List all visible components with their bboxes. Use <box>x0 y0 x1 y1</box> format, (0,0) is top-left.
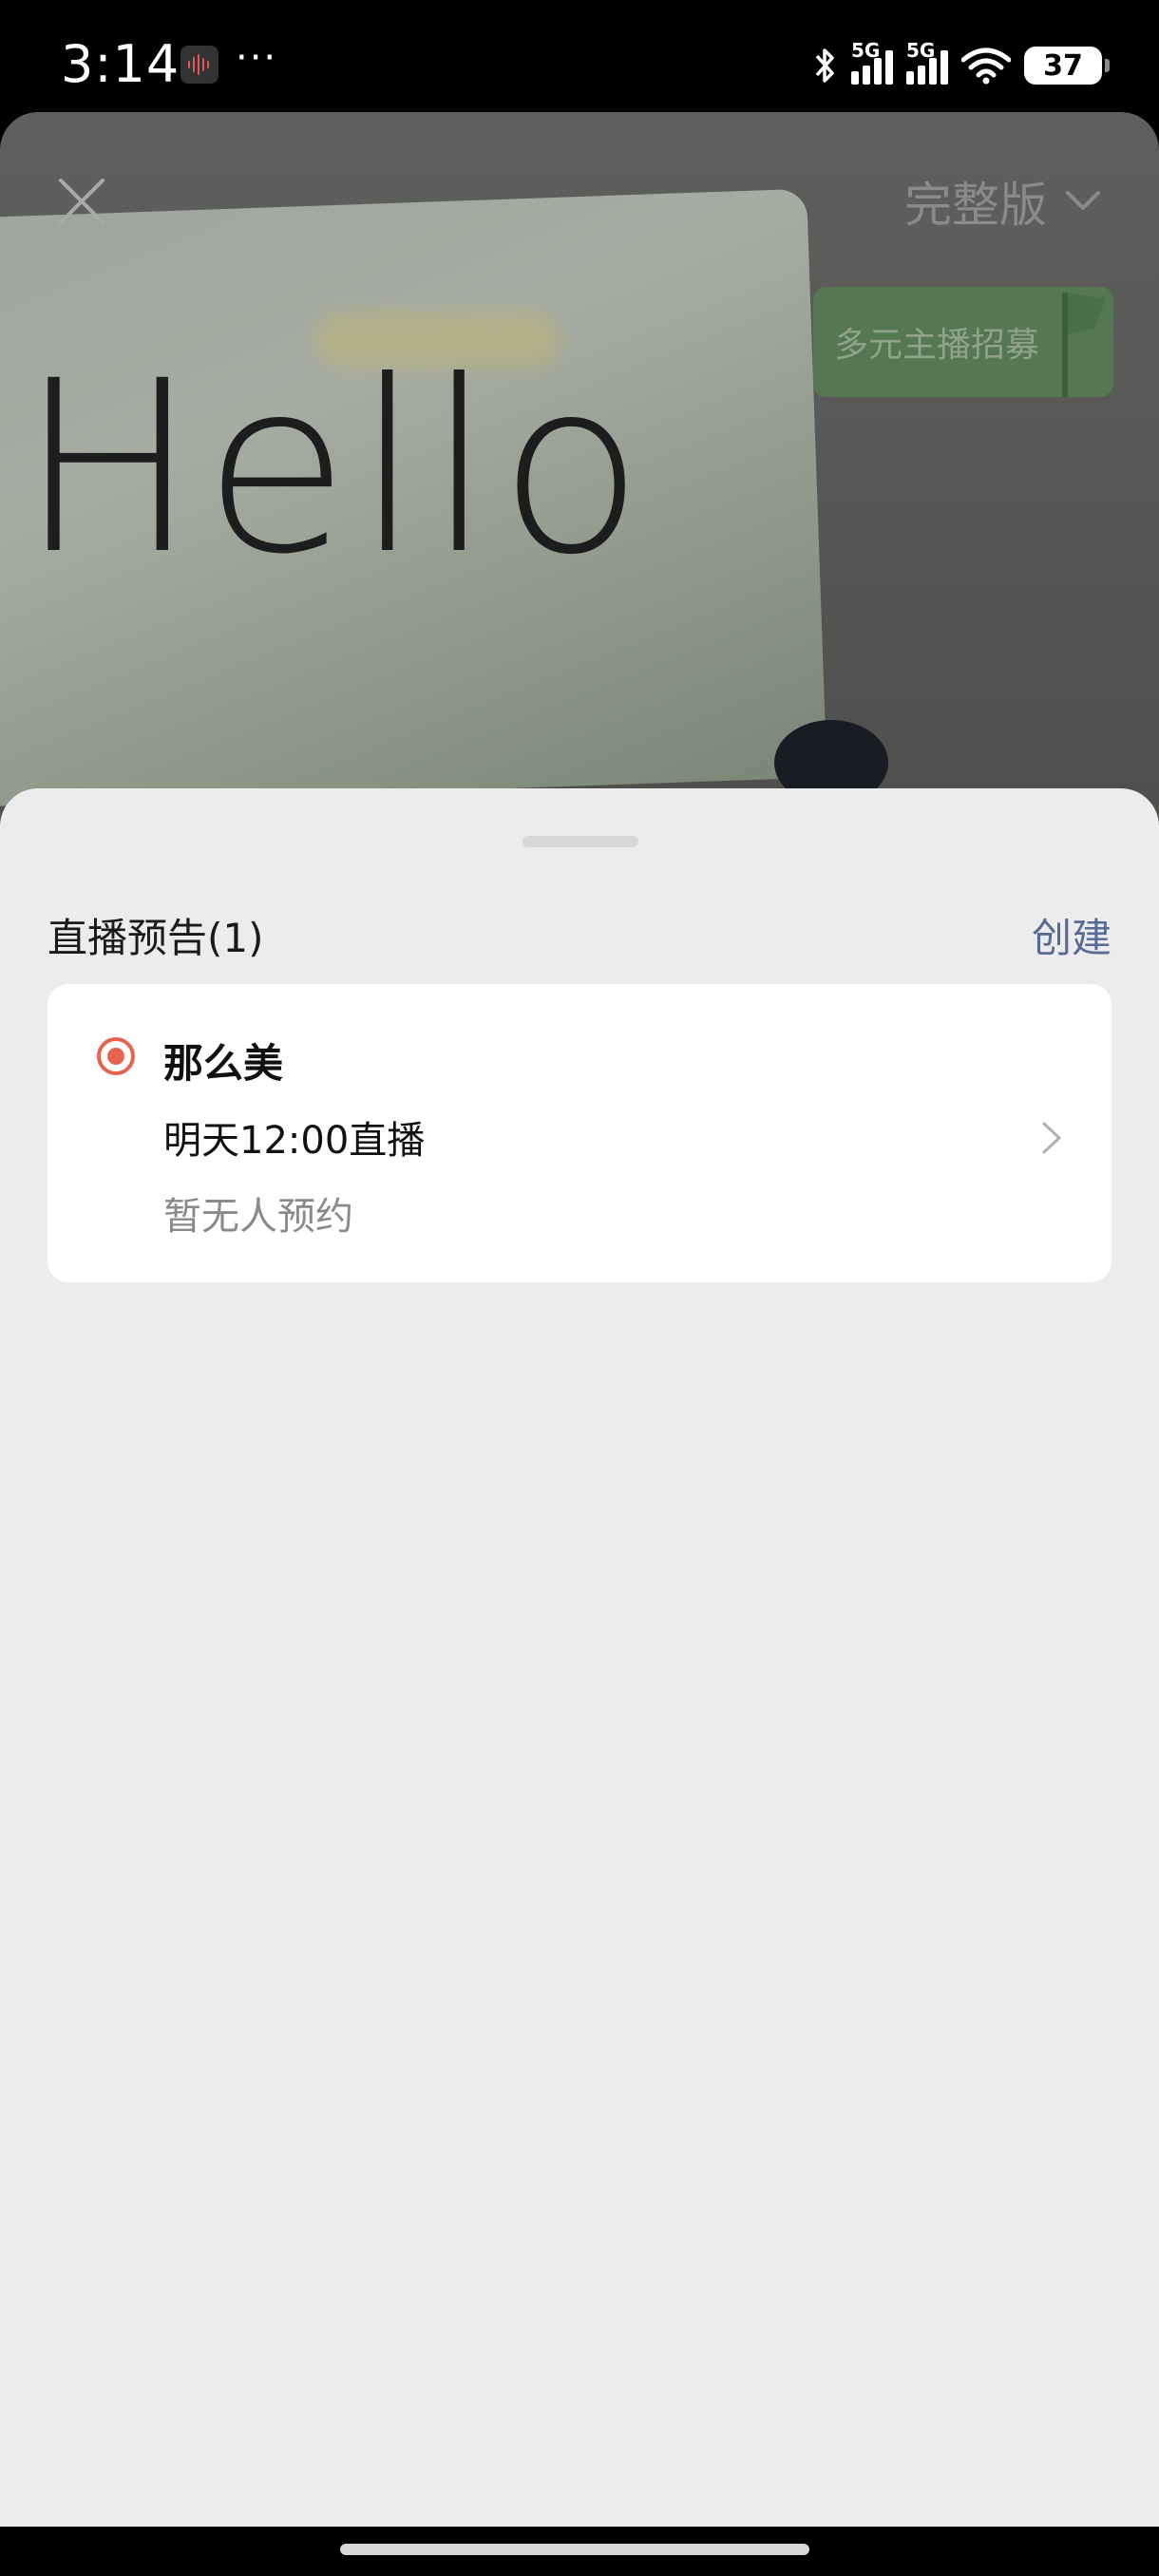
more-notifications-icon: ··· <box>236 36 278 80</box>
live-status-icon <box>97 1037 135 1075</box>
chevron-down-icon <box>1066 191 1100 210</box>
status-time: 3:14 <box>61 34 180 94</box>
signal-label-sim2: 5G <box>906 39 936 62</box>
recruit-banner-label: 多元主播招募 <box>834 326 1040 365</box>
handwritten-hello: Hello <box>19 330 650 606</box>
status-bar: 3:14 ··· 5G 5G 37 <box>0 0 1159 114</box>
preview-reservations: 暂无人预约 <box>163 1195 353 1239</box>
preview-time: 明天12:00直播 <box>163 1119 426 1163</box>
signal-icon-sim1: 5G <box>851 39 893 85</box>
close-button[interactable] <box>53 173 110 230</box>
live-video-preview: Hello 完整版 多元主播招募 <box>0 112 1159 834</box>
live-preview-card[interactable]: 那么美 明天12:00直播 暂无人预约 <box>48 984 1112 1282</box>
gesture-nav-bar <box>0 2527 1159 2576</box>
drag-handle[interactable] <box>522 836 638 847</box>
bluetooth-icon <box>815 48 834 83</box>
preview-name: 那么美 <box>163 1040 284 1087</box>
version-dropdown[interactable]: 完整版 <box>904 167 1102 236</box>
chevron-right-icon <box>1042 1122 1061 1154</box>
version-label: 完整版 <box>904 178 1047 233</box>
recruit-banner[interactable]: 多元主播招募 <box>813 287 1113 397</box>
status-icons: 5G 5G 37 <box>813 39 1110 89</box>
audio-app-icon <box>180 46 218 84</box>
signal-label-sim1: 5G <box>851 39 881 62</box>
close-icon <box>59 179 104 224</box>
live-preview-sheet: 直播预告(1) 创建 那么美 明天12:00直播 暂无人预约 <box>0 788 1159 2527</box>
battery-icon: 37 <box>1024 47 1110 85</box>
signal-icon-sim2: 5G <box>906 39 948 85</box>
home-indicator[interactable] <box>340 2544 809 2555</box>
create-button[interactable]: 创建 <box>1032 906 1112 964</box>
wifi-icon <box>961 47 1011 85</box>
flag-icon <box>1062 293 1106 397</box>
sheet-title: 直播预告(1) <box>48 915 264 961</box>
